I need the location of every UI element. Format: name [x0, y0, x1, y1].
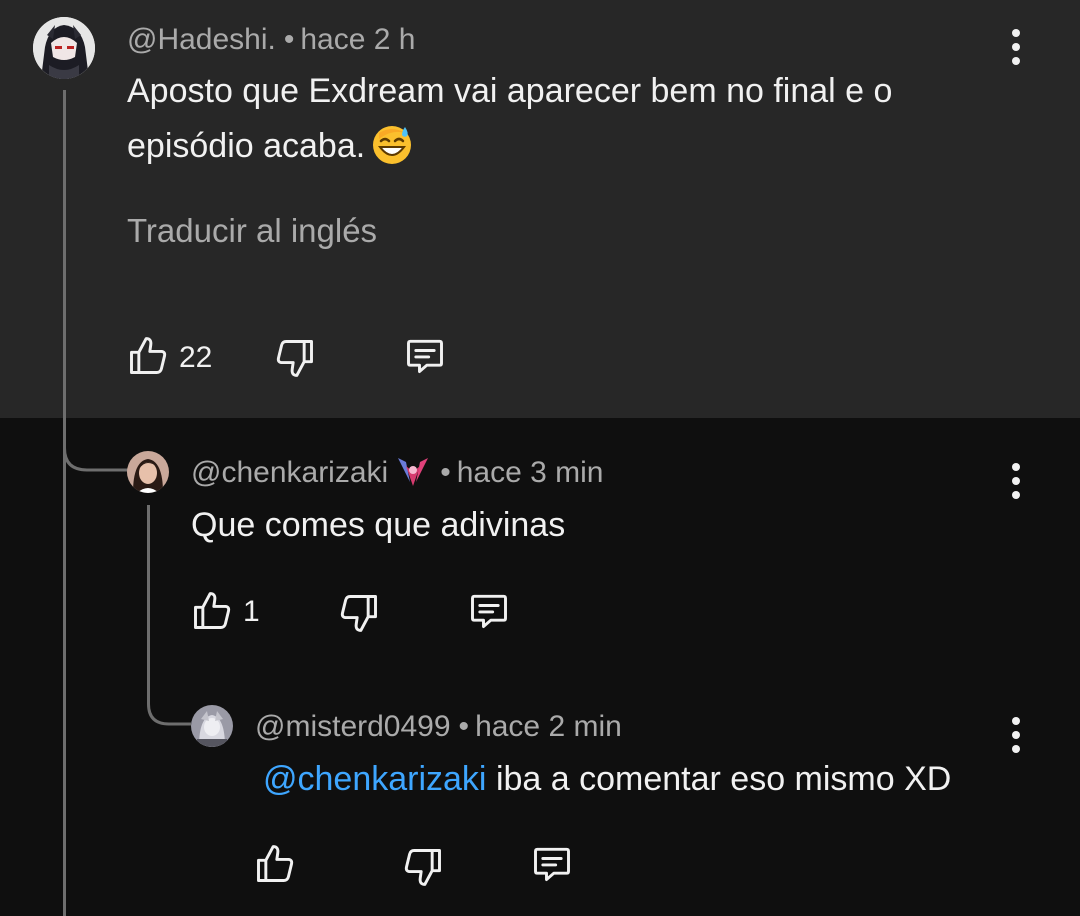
reply-timestamp[interactable]: hace 2 min [475, 710, 622, 743]
comment-thread: @Hadeshi. • hace 2 h Aposto que Exdream va… [0, 0, 1080, 916]
comment-text-line-1: Aposto que Exdream vai aparecer bem no f… [127, 72, 893, 110]
thread-line-main [63, 90, 66, 916]
member-badge-icon [398, 458, 429, 487]
meta-separator: • [440, 456, 451, 489]
comment-meta: @Hadeshi. • hace 2 h [127, 22, 415, 58]
reply-timestamp[interactable]: hace 3 min [457, 456, 604, 489]
author-handle[interactable]: @Hadeshi. [127, 23, 276, 56]
reply-meta: @misterd0499 • hace 2 min [255, 709, 622, 745]
comment-text-line-2-text: episódio acaba. [127, 127, 366, 165]
avatar-image [191, 705, 233, 747]
comment-timestamp[interactable]: hace 2 h [300, 23, 415, 56]
translate-button[interactable]: Traducir al inglés [127, 212, 377, 250]
avatar[interactable] [127, 451, 169, 493]
thumbs-down-icon[interactable] [273, 336, 317, 380]
mention-link[interactable]: @chenkarizaki [263, 760, 487, 798]
more-vertical-icon[interactable] [1010, 27, 1022, 67]
thumbs-up-icon[interactable] [253, 842, 297, 886]
thumbs-up-icon[interactable] [126, 334, 170, 378]
sweat-smile-emoji-icon [373, 126, 412, 165]
meta-separator: • [283, 23, 295, 56]
thread-connector-reply2 [147, 660, 191, 726]
like-count: 1 [243, 595, 260, 628]
avatar[interactable] [191, 705, 233, 747]
more-vertical-icon[interactable] [1010, 461, 1022, 501]
thumbs-down-icon[interactable] [401, 845, 445, 889]
like-count: 22 [179, 341, 213, 374]
comment-icon[interactable] [530, 842, 574, 886]
thumbs-up-icon[interactable] [190, 589, 234, 633]
reply-text-body: iba a comentar eso mismo XD [486, 760, 952, 798]
thumbs-down-icon[interactable] [337, 591, 381, 635]
reply-text: Que comes que adivinas [191, 506, 566, 544]
thread-connector-reply1 [63, 400, 129, 472]
author-handle[interactable]: @misterd0499 [255, 710, 451, 743]
author-handle[interactable]: @chenkarizaki [191, 456, 388, 489]
comment-text-line-2: episódio acaba. [127, 119, 413, 173]
avatar[interactable] [33, 17, 95, 79]
comment-icon[interactable] [403, 334, 447, 378]
meta-separator: • [458, 710, 470, 743]
reply-meta: @chenkarizaki • hace 3 min [191, 455, 603, 493]
reply-text: @chenkarizaki iba a comentar eso mismo X… [263, 752, 951, 806]
avatar-image [33, 17, 95, 79]
more-vertical-icon[interactable] [1010, 715, 1022, 755]
avatar-image [127, 451, 169, 493]
comment-icon[interactable] [467, 589, 511, 633]
